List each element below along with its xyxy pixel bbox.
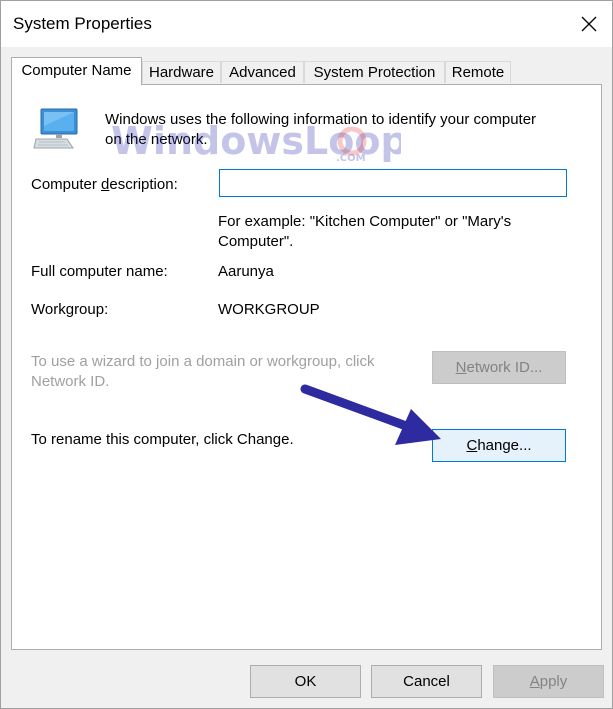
tab-label: Computer Name	[21, 62, 132, 79]
intro-text-line-2: on the network.	[105, 131, 208, 148]
domain-hint-line-1: To use a wizard to join a domain or work…	[31, 353, 375, 370]
computer-icon	[33, 108, 78, 149]
window-title: System Properties	[13, 14, 152, 33]
tab-label: Advanced	[229, 64, 296, 81]
ok-button[interactable]: OK	[250, 665, 361, 698]
tab-computer-name[interactable]: Computer Name	[11, 57, 142, 85]
tab-label: Hardware	[148, 64, 215, 81]
computer-description-label: Computer description:	[31, 176, 178, 193]
cancel-label: Cancel	[403, 673, 450, 690]
close-button[interactable]	[566, 1, 612, 47]
tab-system-protection[interactable]: System Protection	[304, 61, 445, 83]
change-label: Change...	[466, 437, 532, 454]
workgroup-value: WORKGROUP	[218, 301, 320, 318]
close-icon	[581, 16, 597, 32]
tab-remote[interactable]: Remote	[445, 61, 511, 83]
computer-name-panel: Windows uses the following information t…	[11, 84, 602, 650]
tab-hardware[interactable]: Hardware	[142, 61, 221, 83]
workgroup-label: Workgroup:	[31, 301, 109, 318]
tab-label: System Protection	[313, 64, 436, 81]
computer-description-input[interactable]	[219, 169, 567, 197]
example-text-line-2: Computer".	[218, 233, 294, 250]
example-text-line-1: For example: "Kitchen Computer" or "Mary…	[218, 213, 512, 230]
rename-hint-text: To rename this computer, click Change.	[31, 431, 294, 448]
full-computer-name-value: Aarunya	[218, 263, 274, 280]
change-button[interactable]: Change...	[432, 429, 566, 462]
apply-button[interactable]: Apply	[493, 665, 604, 698]
network-id-label: Network ID...	[455, 359, 543, 376]
cancel-button[interactable]: Cancel	[371, 665, 482, 698]
system-properties-window: System Properties Computer Name Hardware…	[0, 0, 613, 709]
full-computer-name-label: Full computer name:	[31, 263, 168, 280]
domain-hint-line-2: Network ID.	[31, 373, 110, 390]
ok-label: OK	[294, 673, 317, 690]
intro-text-line-1: Windows uses the following information t…	[105, 111, 537, 128]
title-bar[interactable]: System Properties	[1, 1, 612, 47]
tab-advanced[interactable]: Advanced	[221, 61, 304, 83]
tab-label: Remote	[451, 64, 505, 81]
apply-label: Apply	[529, 673, 568, 690]
arrow-annotation	[300, 384, 441, 445]
network-id-button[interactable]: Network ID...	[432, 351, 566, 384]
